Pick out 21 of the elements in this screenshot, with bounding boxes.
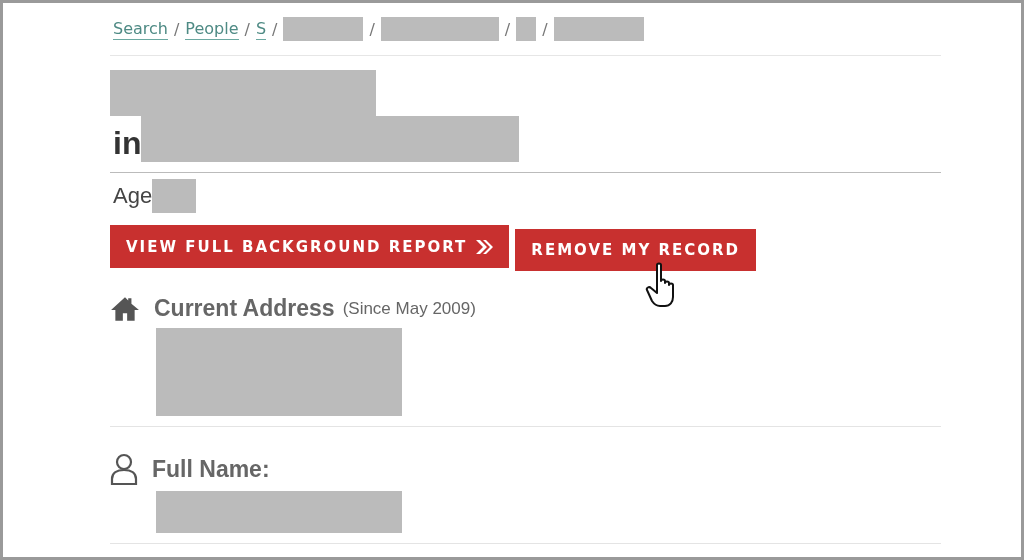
remove-button[interactable]: REMOVE MY RECORD <box>515 229 757 271</box>
breadcrumb-separator: / <box>504 19 511 39</box>
breadcrumb-link[interactable]: Search <box>113 18 168 40</box>
breadcrumb-separator: / <box>369 19 375 39</box>
redaction-block <box>152 179 197 213</box>
breadcrumb-separator: / <box>173 19 180 39</box>
double-chevron-icon <box>475 238 494 255</box>
breadcrumb-link[interactable]: S <box>255 18 267 40</box>
redaction-block <box>516 17 537 41</box>
heading-text: in <box>112 124 142 162</box>
house-icon <box>110 295 140 322</box>
age-label: Age <box>112 183 153 209</box>
breadcrumb-link[interactable]: People <box>185 18 239 40</box>
person-icon <box>110 453 138 485</box>
report-button[interactable]: VIEW FULL BACKGROUND REPORT <box>110 225 510 268</box>
section-title: Full Name: <box>152 455 270 483</box>
section-title: Current Address <box>154 295 335 322</box>
breadcrumb-separator: / <box>272 19 278 39</box>
breadcrumb-separator: / <box>542 19 548 39</box>
since-note: (Since May 2009) <box>342 298 476 319</box>
breadcrumb-separator: / <box>244 19 250 39</box>
